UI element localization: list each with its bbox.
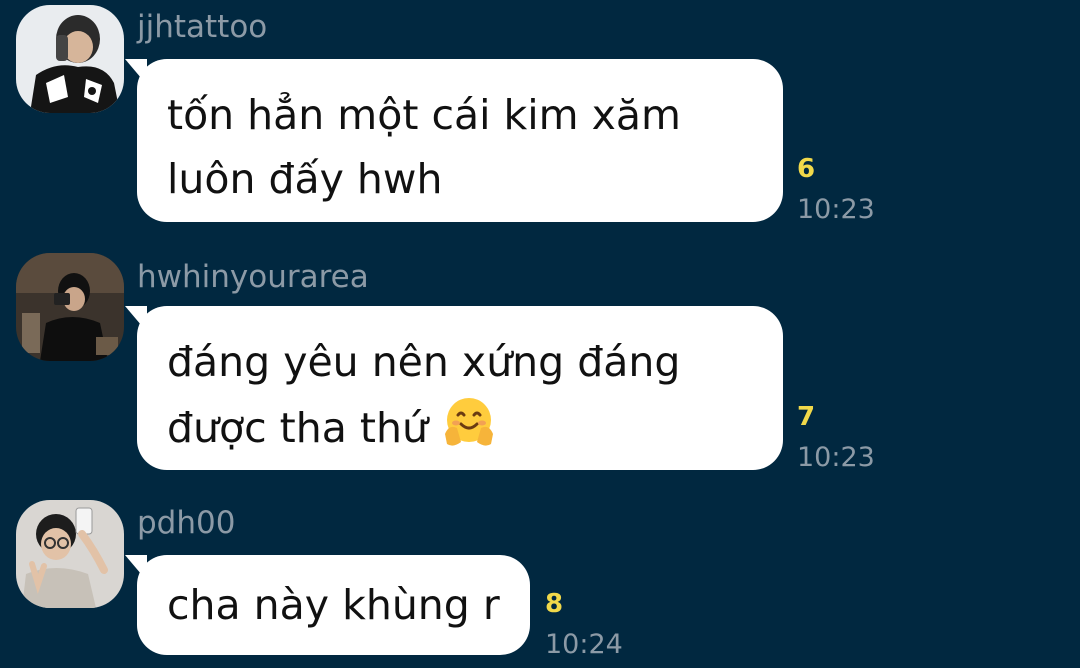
avatar[interactable] [16, 5, 124, 113]
message-meta: 7 10:23 [797, 404, 875, 471]
message-text: luôn đấy hwh [167, 155, 443, 203]
timestamp: 10:24 [545, 629, 623, 660]
message-meta: 8 10:24 [545, 591, 623, 658]
avatar-photo [16, 253, 124, 361]
bubble-tail [125, 59, 147, 85]
avatar[interactable] [16, 253, 124, 361]
message-line: được tha thứ [167, 394, 753, 460]
message-text: tốn hẳn một cái kim xăm [167, 91, 681, 139]
avatar-photo [16, 500, 124, 608]
avatar[interactable] [16, 500, 124, 608]
message-bubble[interactable]: cha này khùng r [125, 555, 530, 655]
sender-name: jjhtattoo [137, 9, 268, 45]
hugging-face-icon [441, 394, 497, 450]
avatar-photo [16, 5, 124, 113]
bubble-tail [125, 306, 147, 332]
message-meta: 6 10:23 [797, 156, 875, 223]
sender-name: pdh00 [137, 505, 236, 541]
message-bubble[interactable]: đáng yêu nên xứng đáng được tha thứ [125, 306, 783, 470]
sender-name: hwhinyourarea [137, 259, 369, 295]
unread-count: 8 [545, 589, 564, 619]
unread-count: 6 [797, 154, 816, 184]
timestamp: 10:23 [797, 194, 875, 225]
unread-count: 7 [797, 402, 816, 432]
message-text: cha này khùng r [167, 581, 500, 629]
message-text: đáng yêu nên xứng đáng [167, 338, 681, 386]
message-text: được tha thứ [167, 404, 428, 452]
timestamp: 10:23 [797, 442, 875, 473]
bubble-tail [125, 555, 147, 581]
message-bubble[interactable]: tốn hẳn một cái kim xăm luôn đấy hwh [125, 59, 783, 222]
